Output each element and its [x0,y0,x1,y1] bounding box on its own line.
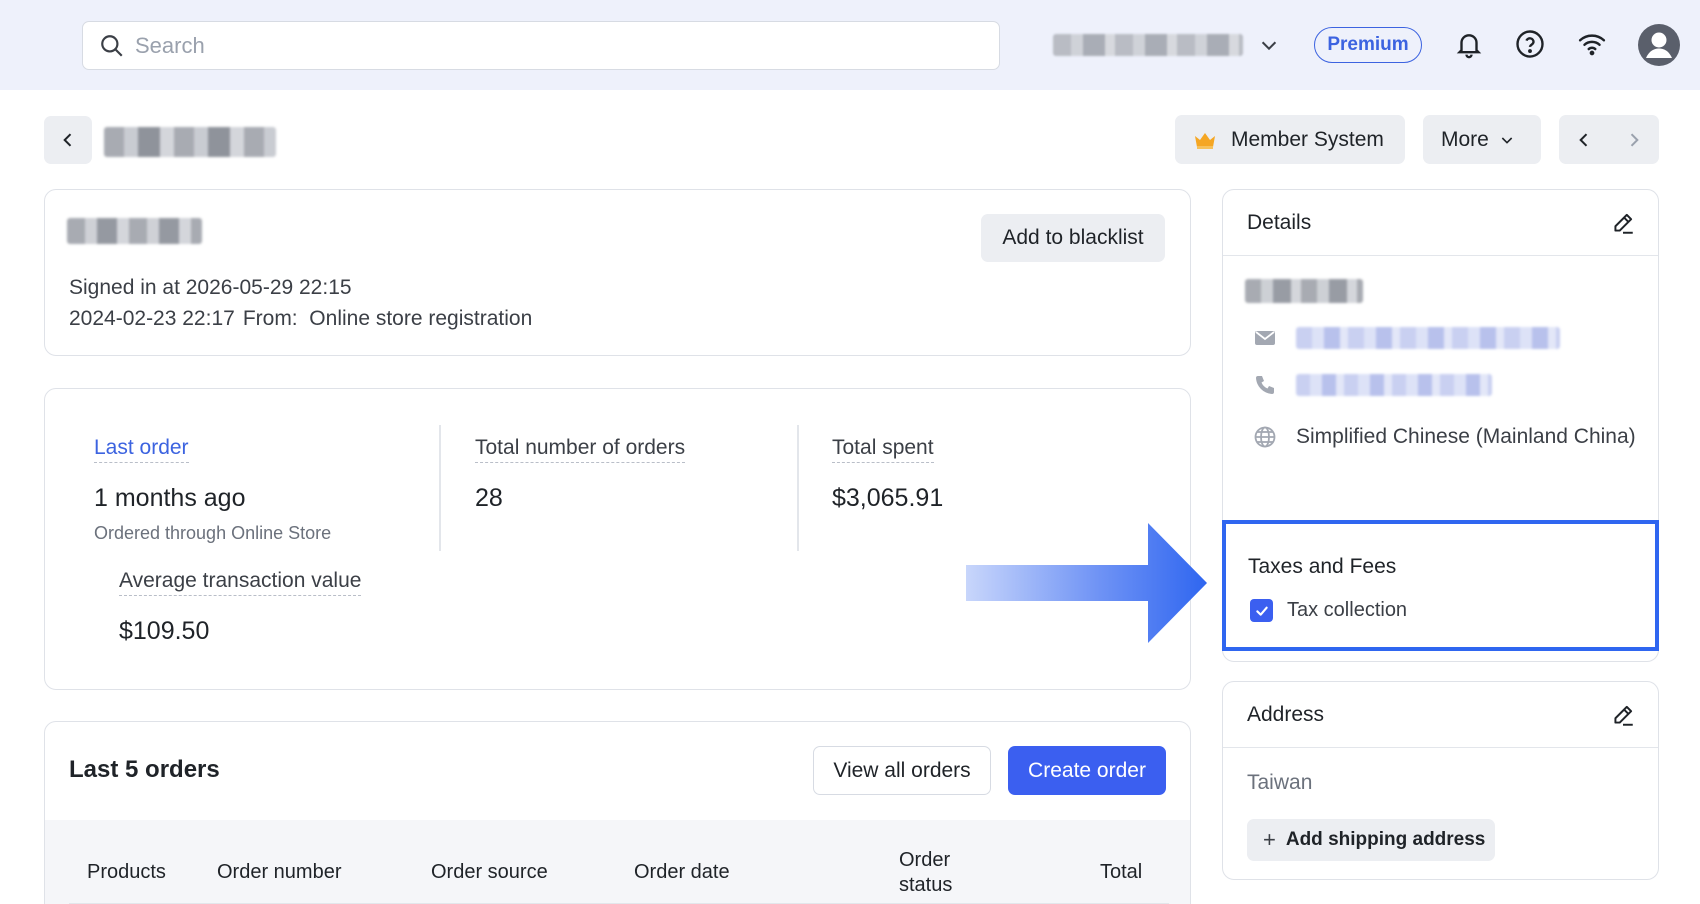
address-header: Address [1223,682,1658,748]
premium-badge[interactable]: Premium [1314,27,1422,63]
add-shipping-address-button[interactable]: + Add shipping address [1247,819,1495,861]
total-orders-value: 28 [475,484,503,512]
customer-name-redacted [67,218,202,244]
signed-in-text: Signed in at 2026-05-29 22:15 [69,276,352,299]
taxes-and-fees-section: Taxes and Fees Tax collection [1222,520,1659,651]
created-info: 2024-02-23 22:17 From: Online store regis… [69,307,532,331]
add-to-blacklist-button[interactable]: Add to blacklist [981,214,1165,262]
search-input[interactable] [135,32,935,59]
details-title: Details [1247,211,1312,234]
mail-icon [1255,331,1275,345]
globe-icon [1254,426,1276,448]
column-header-products: Products [87,861,166,883]
column-header-order-date: Order date [634,861,730,883]
last-orders-card: Last 5 orders View all orders Create ord… [44,721,1191,904]
total-spent-value: $3,065.91 [832,484,944,512]
check-icon [1255,606,1268,616]
next-record-button[interactable] [1609,115,1659,164]
divider [797,425,799,551]
details-header: Details [1223,190,1658,256]
chevron-down-icon[interactable] [1258,34,1280,56]
arrow-right-icon [966,523,1207,643]
edit-icon[interactable] [1610,210,1636,236]
user-avatar-icon[interactable] [1636,22,1682,68]
column-header-order-number: Order number [217,861,342,883]
chevron-left-icon [63,133,72,147]
address-card: Address Taiwan + Add shipping address [1222,681,1659,880]
divider [439,425,441,551]
last-order-source: Ordered through Online Store [94,523,332,543]
plus-icon: + [1263,827,1276,852]
last-orders-title: Last 5 orders [69,756,220,783]
customer-name-redacted [104,127,276,157]
previous-record-button[interactable] [1559,115,1609,164]
member-system-button[interactable]: Member System [1175,115,1405,164]
add-shipping-address-label: Add shipping address [1285,829,1486,850]
more-label: More [1441,127,1489,151]
chevron-right-icon [1630,132,1639,147]
column-header-total: Total [1100,861,1143,883]
tax-collection-checkbox[interactable] [1250,599,1273,622]
customer-summary-card: Add to blacklist Signed in at 2026-05-29… [44,189,1191,356]
average-transaction-label: Average transaction value [119,569,362,596]
top-bar: Premium [0,0,1700,90]
search-box[interactable] [82,21,1000,70]
average-transaction-value: $109.50 [119,617,210,645]
column-header-order-source: Order source [431,861,548,883]
phone-icon [1256,376,1274,394]
created-date: 2024-02-23 22:17 [69,307,235,330]
last-order-value: 1 months ago [94,484,246,512]
search-icon [101,34,123,57]
edit-icon[interactable] [1610,702,1636,728]
store-name-redacted[interactable] [1053,34,1243,56]
orders-table-header: Products Order number Order source Order… [45,820,1190,904]
chevron-left-icon [1579,132,1588,147]
tax-collection-label[interactable]: Tax collection [1287,599,1407,622]
address-country: Taiwan [1247,771,1313,794]
more-button[interactable]: More [1423,115,1541,164]
total-spent-label: Total spent [832,436,934,463]
customer-name-redacted [1245,279,1363,303]
crown-icon [1195,132,1215,149]
wifi-icon[interactable] [1575,27,1609,61]
taxes-title: Taxes and Fees [1248,555,1397,578]
member-system-label: Member System [1231,127,1384,151]
last-order-link[interactable]: Last order [94,436,189,463]
registration-source: From: Online store registration [242,307,533,330]
back-button[interactable] [44,116,92,164]
bell-icon[interactable] [1452,27,1486,61]
address-title: Address [1247,703,1325,726]
language-value: Simplified Chinese (Mainland China) [1296,425,1636,448]
view-all-orders-button[interactable]: View all orders [813,746,991,795]
email-redacted[interactable] [1296,327,1560,349]
help-icon[interactable] [1513,27,1547,61]
total-orders-label: Total number of orders [475,436,686,463]
chevron-down-icon [1501,136,1513,144]
column-header-order-status: Order status [899,849,953,896]
record-pager [1559,115,1659,164]
create-order-button[interactable]: Create order [1008,746,1166,795]
phone-redacted[interactable] [1296,374,1492,396]
